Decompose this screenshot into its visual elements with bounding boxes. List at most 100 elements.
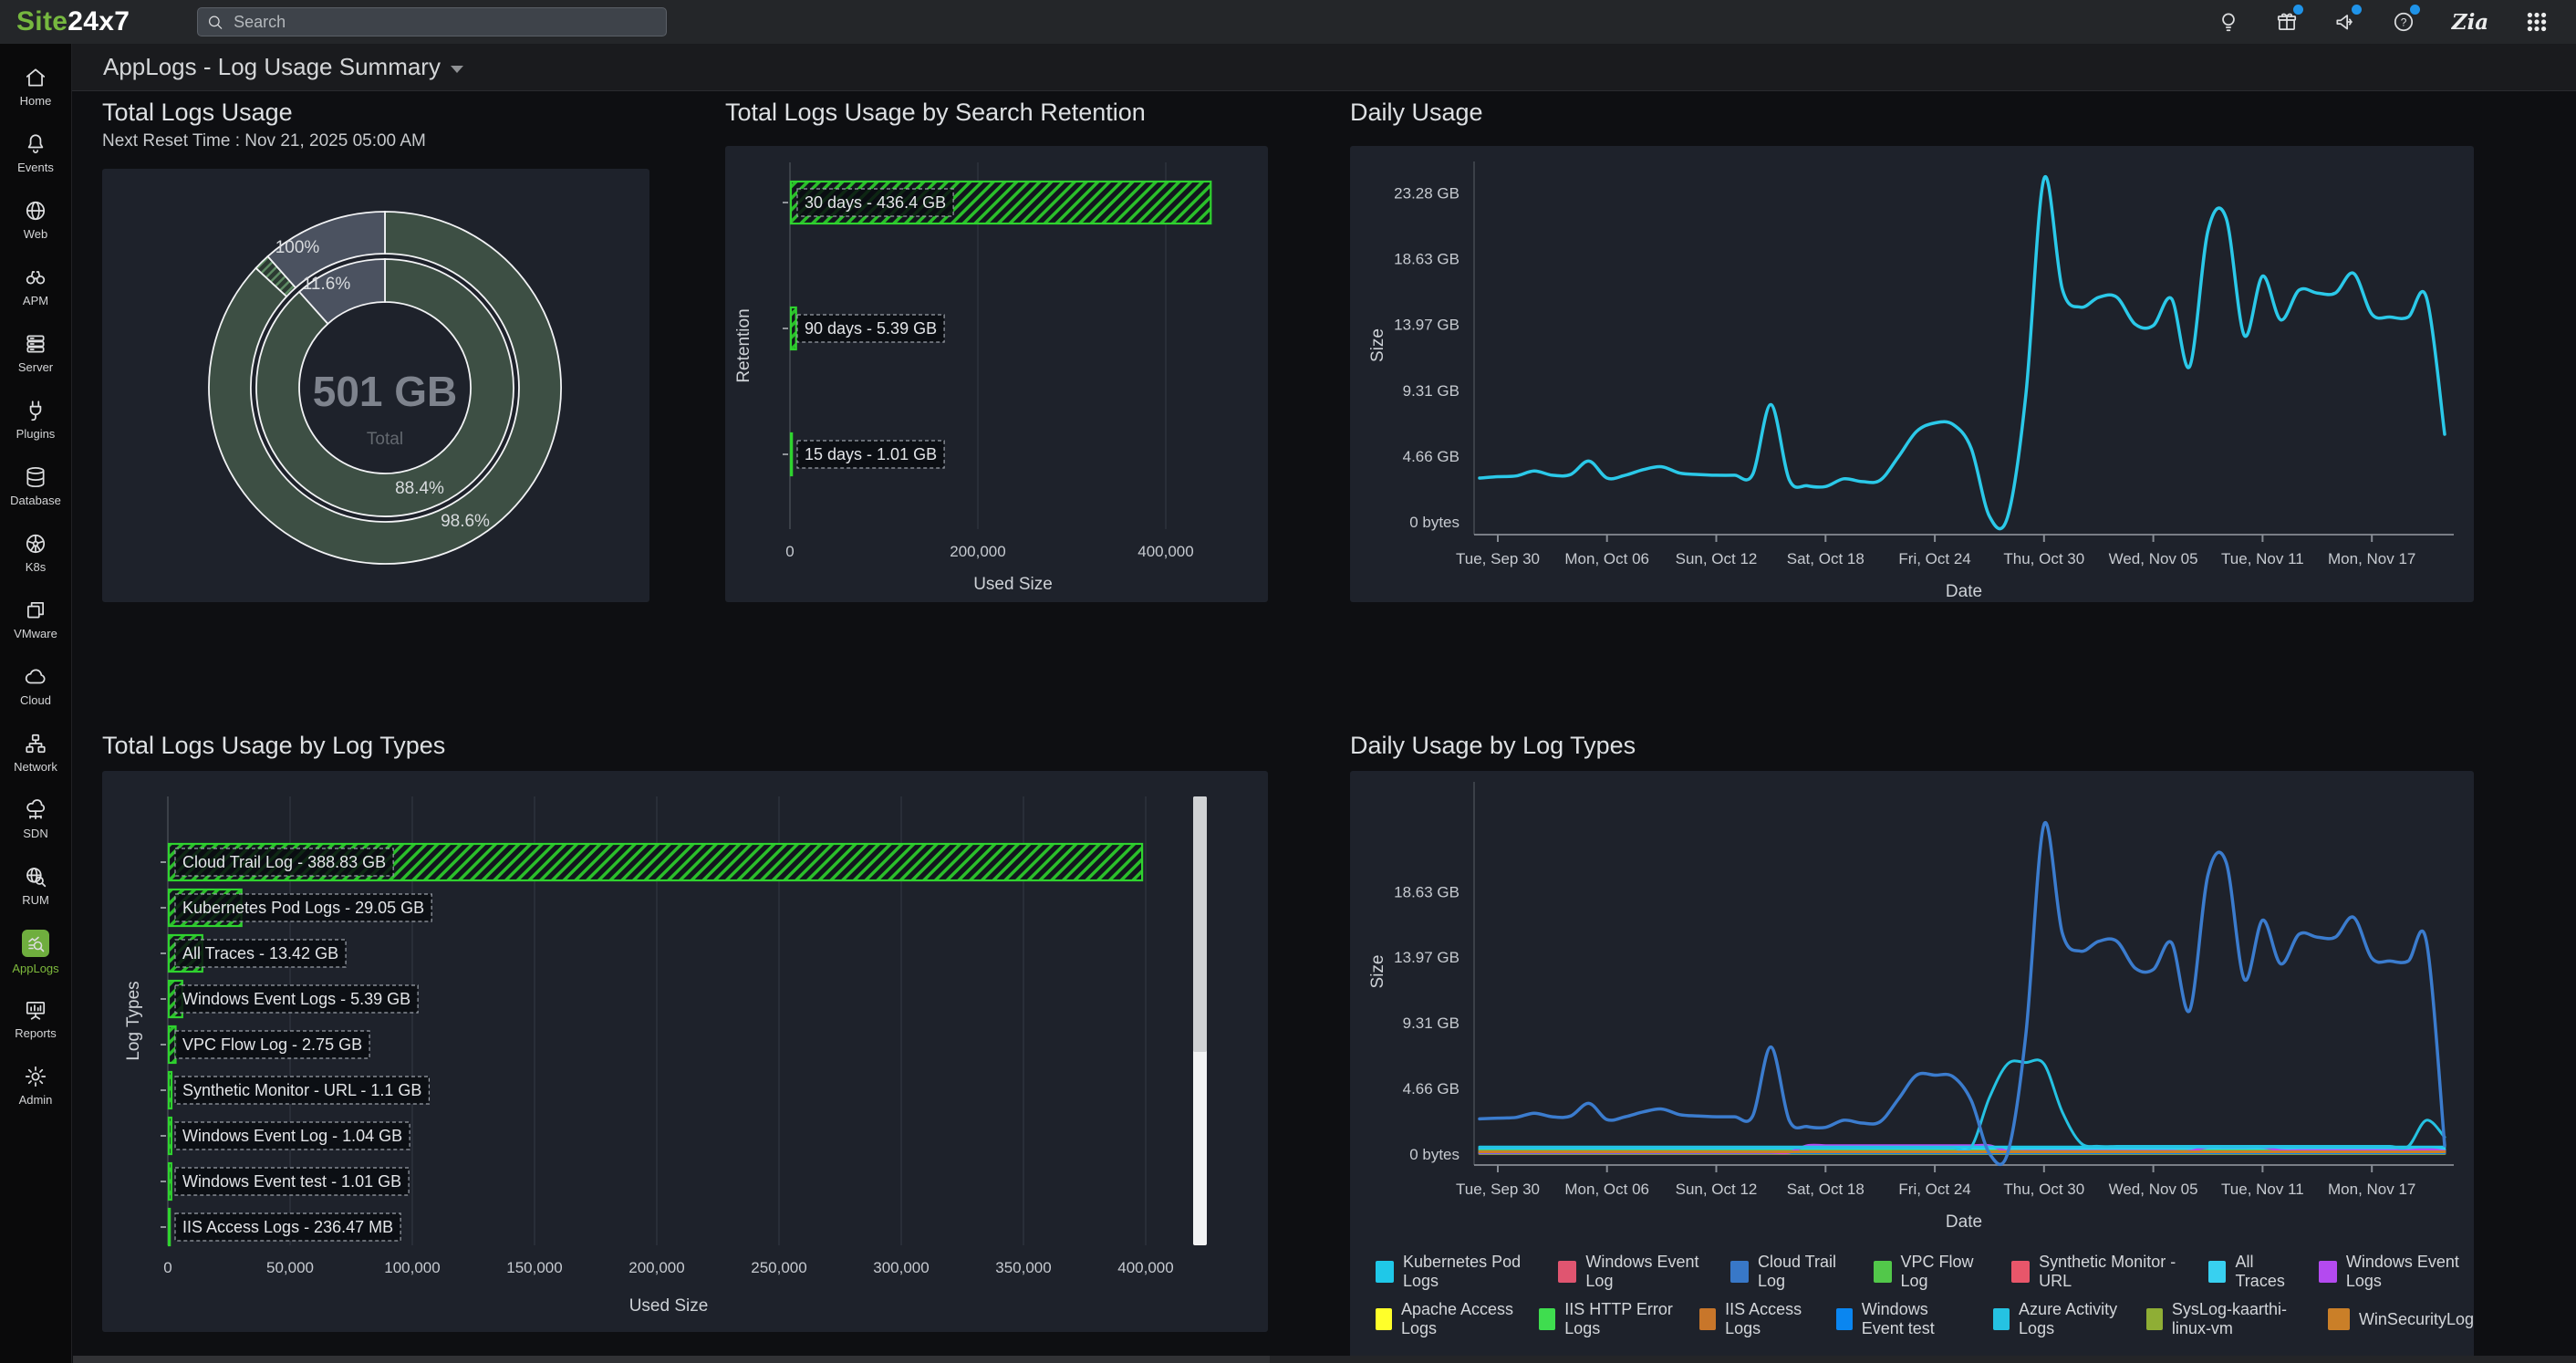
legend-item[interactable]: IIS HTTP Error Logs bbox=[1539, 1300, 1676, 1338]
svg-text:Size: Size bbox=[1368, 328, 1387, 362]
legend-swatch bbox=[1874, 1261, 1892, 1283]
reports-icon bbox=[24, 998, 47, 1022]
svg-text:Synthetic Monitor - URL - 1.1: Synthetic Monitor - URL - 1.1 GB bbox=[182, 1081, 421, 1099]
legend-item[interactable]: Windows Event Logs bbox=[2319, 1253, 2474, 1291]
network-icon bbox=[24, 732, 47, 755]
log-types-bar-chart: 050,000100,000150,000200,000250,000300,0… bbox=[102, 771, 1268, 1332]
svg-text:50,000: 50,000 bbox=[266, 1259, 314, 1276]
globe-icon bbox=[24, 199, 47, 223]
svg-text:250,000: 250,000 bbox=[751, 1259, 806, 1276]
sidebar-item-cloud[interactable]: Cloud bbox=[0, 652, 72, 719]
legend-item[interactable]: SysLog-kaarthi-linux-vm bbox=[2146, 1300, 2304, 1338]
dashboard-title-dropdown[interactable]: AppLogs - Log Usage Summary bbox=[103, 53, 463, 81]
search-input[interactable] bbox=[232, 12, 657, 33]
sidebar-item-network[interactable]: Network bbox=[0, 719, 72, 786]
legend-item[interactable]: Cloud Trail Log bbox=[1730, 1253, 1850, 1291]
legend-swatch bbox=[2208, 1261, 2227, 1283]
svg-text:4.66 GB: 4.66 GB bbox=[1403, 1080, 1459, 1098]
legend-item[interactable]: Synthetic Monitor - URL bbox=[2011, 1253, 2185, 1291]
scrollbar-thumb[interactable] bbox=[1193, 796, 1207, 1052]
svg-text:Windows Event Logs - 5.39 GB: Windows Event Logs - 5.39 GB bbox=[182, 990, 410, 1008]
svg-text:Total: Total bbox=[367, 430, 403, 449]
daily-usage-panel: 0 bytes4.66 GB9.31 GB13.97 GB18.63 GB23.… bbox=[1350, 146, 2474, 602]
legend-item[interactable]: Azure Activity Logs bbox=[1993, 1300, 2123, 1338]
legend-item[interactable]: Apache Access Logs bbox=[1376, 1300, 1515, 1338]
sidebar-item-events[interactable]: Events bbox=[0, 120, 72, 186]
svg-text:Mon, Nov 17: Mon, Nov 17 bbox=[2328, 1181, 2415, 1198]
svg-text:Fri, Oct 24: Fri, Oct 24 bbox=[1898, 550, 1970, 567]
legend-swatch bbox=[1539, 1308, 1555, 1330]
global-search[interactable] bbox=[197, 7, 667, 36]
legend-swatch bbox=[2319, 1261, 2337, 1283]
widget-title-log-types: Total Logs Usage by Log Types bbox=[102, 732, 445, 760]
svg-text:Cloud Trail Log - 388.83 GB: Cloud Trail Log - 388.83 GB bbox=[182, 853, 386, 871]
legend-swatch bbox=[2011, 1261, 2030, 1283]
sidebar-item-sdn[interactable]: SDN bbox=[0, 786, 72, 852]
sidebar-item-database[interactable]: Database bbox=[0, 453, 72, 519]
svg-text:501 GB: 501 GB bbox=[313, 368, 458, 415]
scrolled-content-strip bbox=[73, 1356, 1270, 1363]
svg-text:300,000: 300,000 bbox=[873, 1259, 929, 1276]
svg-text:Wed, Nov 05: Wed, Nov 05 bbox=[2109, 550, 2198, 567]
svg-text:Sat, Oct 18: Sat, Oct 18 bbox=[1787, 1181, 1864, 1198]
widget-title-total-logs-usage: Total Logs Usage bbox=[102, 99, 293, 127]
sidebar-item-reports[interactable]: Reports bbox=[0, 985, 72, 1052]
legend-item[interactable]: All Traces bbox=[2208, 1253, 2295, 1291]
page-header: AppLogs - Log Usage Summary bbox=[72, 44, 2576, 91]
sidebar-item-applogs[interactable]: AppLogs bbox=[0, 919, 72, 985]
zia-assistant-icon[interactable]: Zia bbox=[2446, 6, 2494, 37]
svg-text:0: 0 bbox=[163, 1259, 171, 1276]
legend-swatch bbox=[1558, 1261, 1576, 1283]
logo-site-text: Site bbox=[16, 6, 68, 36]
sidebar-item-plugins[interactable]: Plugins bbox=[0, 386, 72, 453]
sidebar-item-server[interactable]: Server bbox=[0, 319, 72, 386]
svg-text:Mon, Oct 06: Mon, Oct 06 bbox=[1564, 1181, 1649, 1198]
tips-bulb-icon[interactable] bbox=[2213, 6, 2244, 37]
legend-item[interactable]: Windows Event Log bbox=[1558, 1253, 1707, 1291]
gear-icon bbox=[24, 1065, 47, 1088]
sdn-icon bbox=[24, 798, 47, 822]
whats-new-gift-icon[interactable] bbox=[2271, 6, 2302, 37]
chart-scrollbar[interactable] bbox=[1193, 796, 1207, 1245]
notification-dot bbox=[2410, 5, 2420, 15]
svg-text:All Traces - 13.42 GB: All Traces - 13.42 GB bbox=[182, 944, 338, 962]
site24x7-logo[interactable]: Site24x7 bbox=[16, 6, 130, 37]
legend-item[interactable]: Kubernetes Pod Logs bbox=[1376, 1253, 1534, 1291]
daily-by-type-line-chart: 0 bytes4.66 GB9.31 GB13.97 GB18.63 GBTue… bbox=[1350, 771, 2474, 1236]
legend-item[interactable]: WinSecurityLog bbox=[2328, 1308, 2474, 1330]
legend-row: Kubernetes Pod Logs Windows Event Log Cl… bbox=[1376, 1253, 2474, 1291]
search-icon bbox=[207, 14, 223, 31]
home-icon bbox=[24, 66, 47, 89]
svg-text:0: 0 bbox=[785, 543, 794, 560]
legend-row: Apache Access Logs IIS HTTP Error Logs I… bbox=[1376, 1300, 2474, 1338]
svg-text:400,000: 400,000 bbox=[1137, 543, 1193, 560]
sidebar-item-apm[interactable]: APM bbox=[0, 253, 72, 319]
sidebar-item-vmware[interactable]: VMware bbox=[0, 586, 72, 652]
sidebar-item-web[interactable]: Web bbox=[0, 186, 72, 253]
help-icon[interactable]: ? bbox=[2388, 6, 2419, 37]
svg-text:13.97 GB: 13.97 GB bbox=[1394, 317, 1459, 334]
svg-text:Kubernetes Pod Logs - 29.05 GB: Kubernetes Pod Logs - 29.05 GB bbox=[182, 899, 424, 917]
svg-text:Retention: Retention bbox=[734, 308, 753, 382]
legend-item[interactable]: Windows Event test bbox=[1836, 1300, 1969, 1338]
svg-text:200,000: 200,000 bbox=[628, 1259, 684, 1276]
total-logs-usage-donut-chart: 100%11.6%88.4%98.6%501 GBTotal bbox=[102, 169, 649, 602]
svg-text:Date: Date bbox=[1946, 1212, 1982, 1232]
svg-text:200,000: 200,000 bbox=[950, 543, 1005, 560]
legend-item[interactable]: VPC Flow Log bbox=[1874, 1253, 1989, 1291]
sidebar-item-rum[interactable]: RUM bbox=[0, 852, 72, 919]
sidebar-item-home[interactable]: Home bbox=[0, 53, 72, 120]
bell-icon bbox=[24, 132, 47, 156]
widget-title-daily-by-type: Daily Usage by Log Types bbox=[1350, 732, 1636, 760]
logo-24x7-text: 24x7 bbox=[68, 6, 130, 36]
sidebar-item-admin[interactable]: Admin bbox=[0, 1052, 72, 1118]
svg-text:9.31 GB: 9.31 GB bbox=[1403, 1014, 1459, 1032]
svg-text:150,000: 150,000 bbox=[506, 1259, 562, 1276]
svg-text:Used Size: Used Size bbox=[629, 1296, 709, 1316]
svg-text:Used Size: Used Size bbox=[973, 575, 1053, 594]
apps-grid-icon[interactable] bbox=[2521, 6, 2552, 37]
legend-item[interactable]: IIS Access Logs bbox=[1699, 1300, 1813, 1338]
announcements-megaphone-icon[interactable] bbox=[2330, 6, 2361, 37]
sidebar-item-k8s[interactable]: K8s bbox=[0, 519, 72, 586]
svg-text:98.6%: 98.6% bbox=[441, 512, 490, 531]
